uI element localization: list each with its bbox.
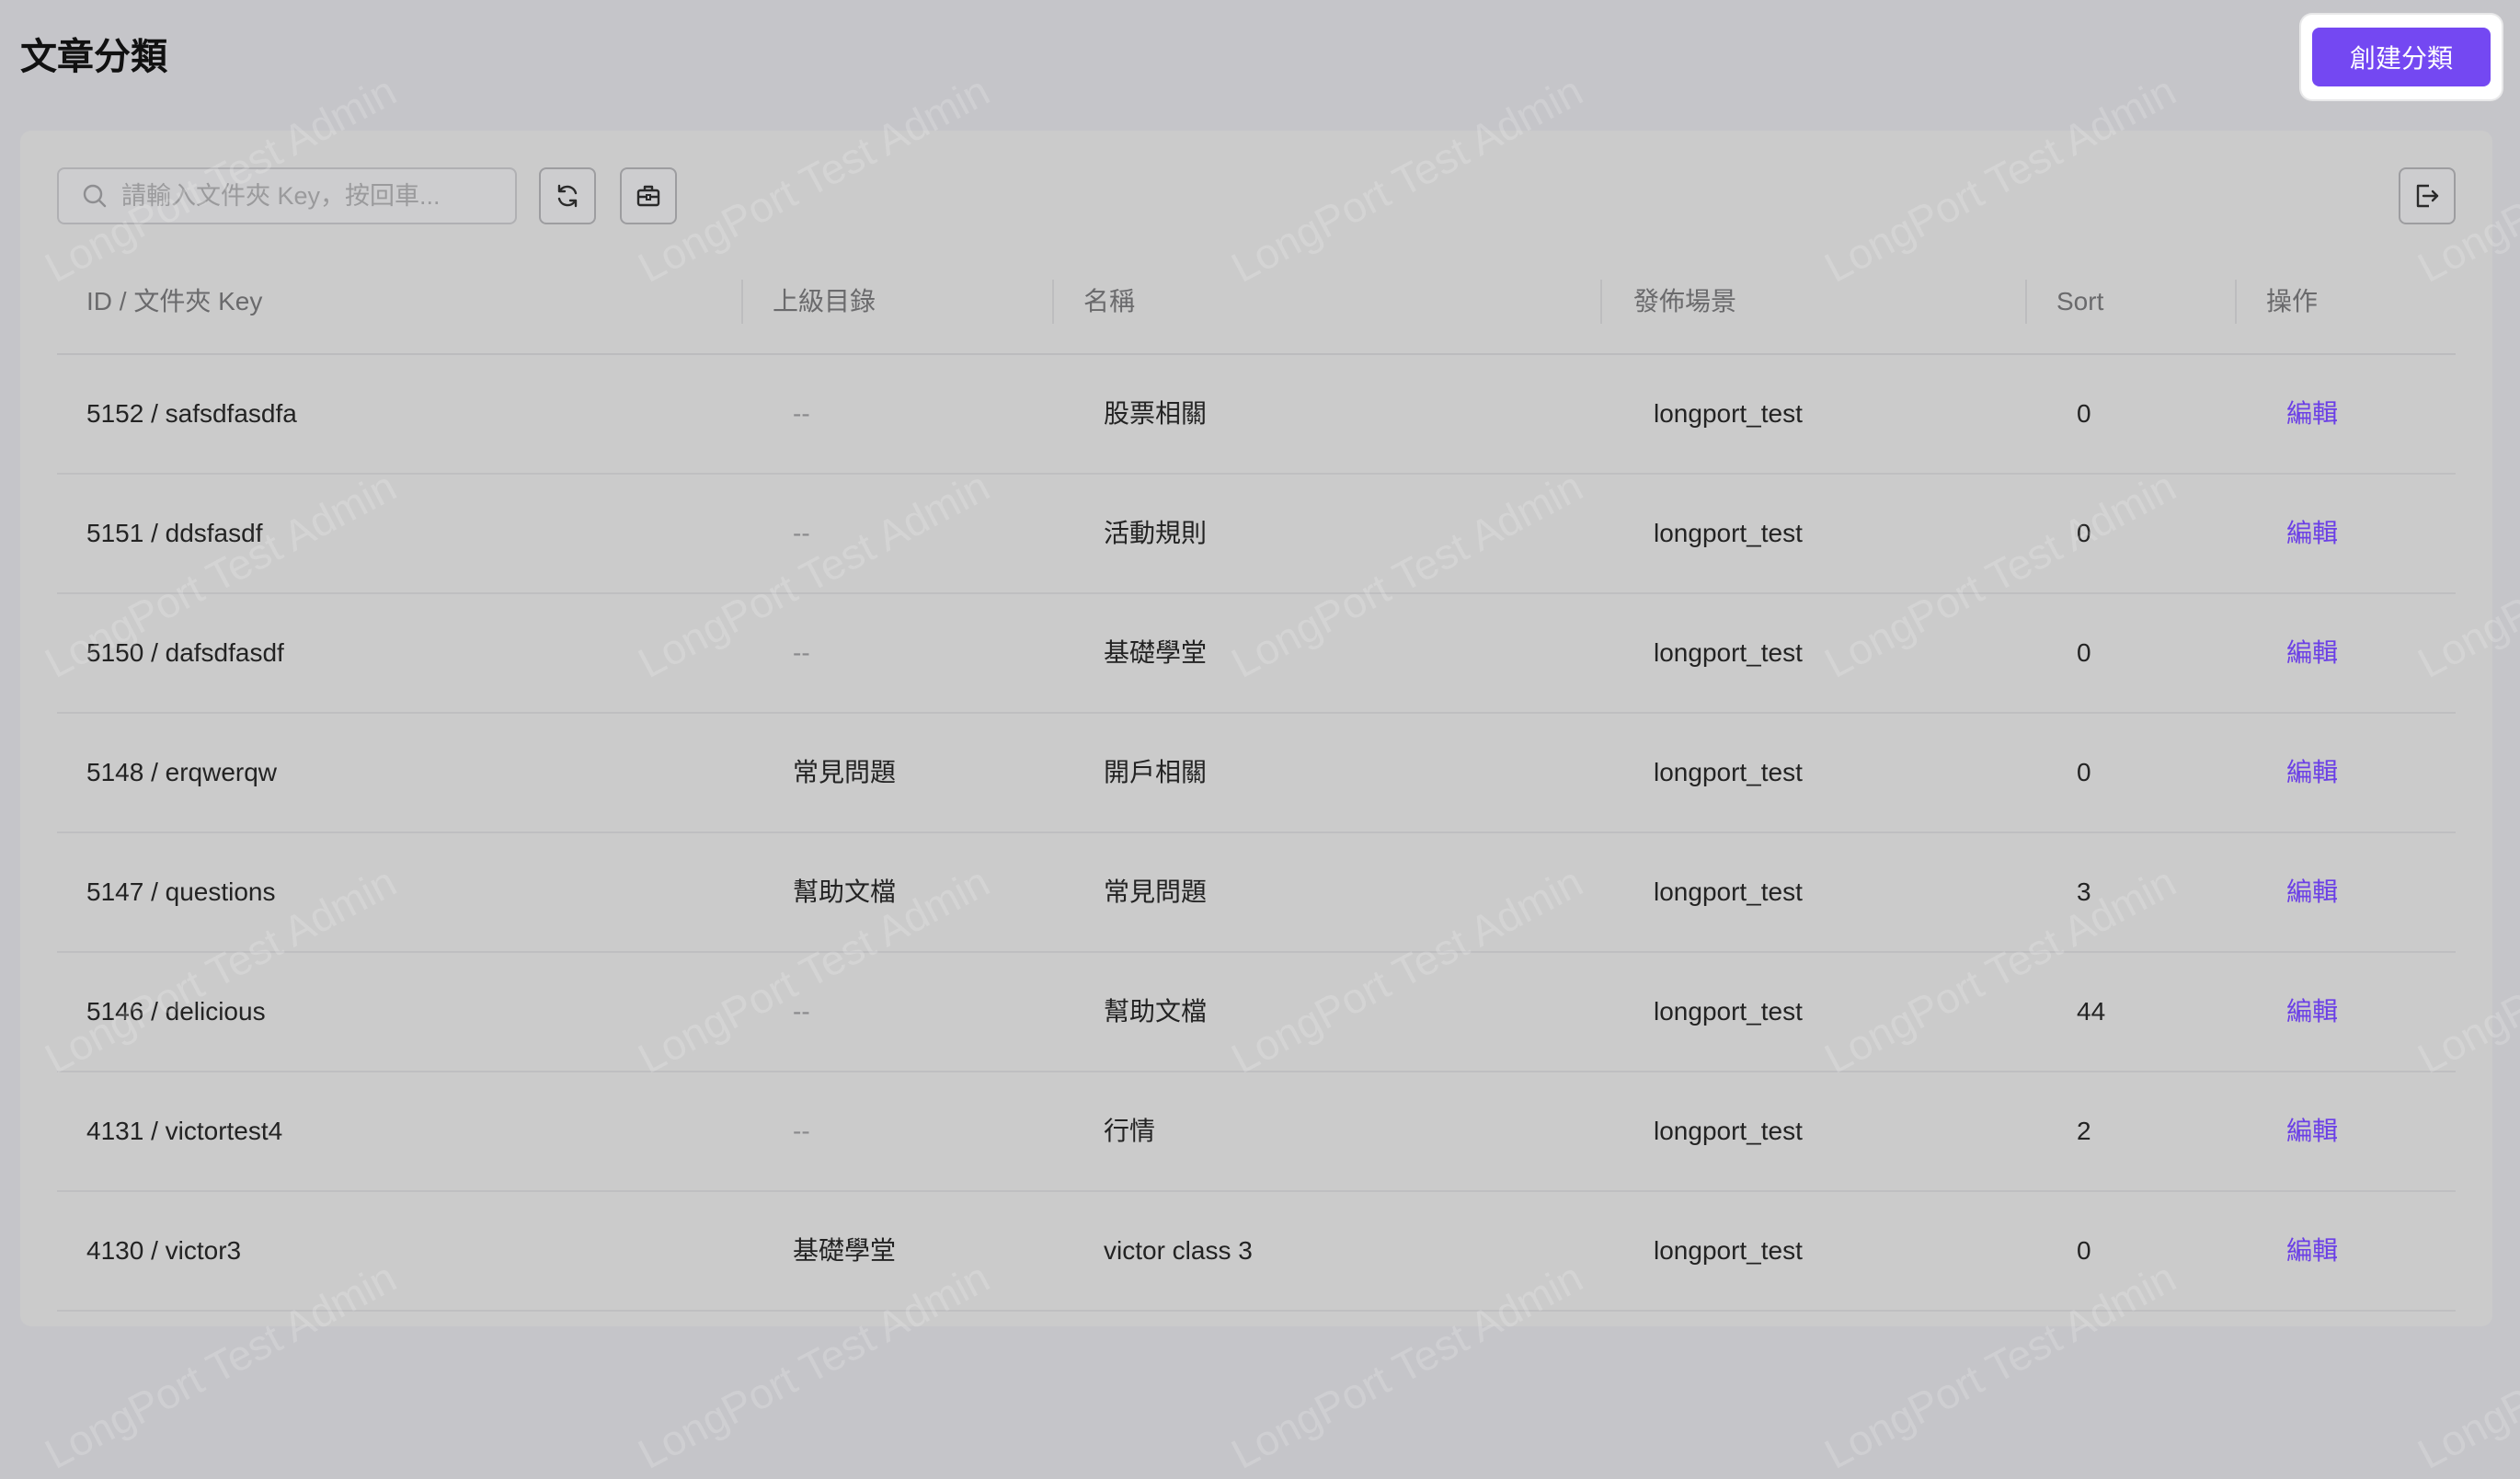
cell-parent: -- [793, 997, 810, 1026]
cell-name: 活動規則 [1104, 519, 1208, 547]
cell-sort: 0 [2077, 519, 2091, 547]
refresh-icon [557, 184, 578, 208]
table-row: 5147 / questions 幫助文檔 常見問題 longport_test… [57, 833, 2456, 953]
page-title: 文章分類 [20, 37, 167, 77]
cell-scene: longport_test [1654, 638, 1803, 667]
cell-id-key: 5151 / ddsfasdf [86, 519, 263, 547]
table-row: 5150 / dafsdfasdf -- 基礎學堂 longport_test … [57, 594, 2456, 714]
toolbar [57, 167, 2456, 226]
cell-name: 開戶相關 [1104, 758, 1208, 786]
cell-name: 基礎學堂 [1104, 638, 1208, 667]
edit-link[interactable]: 編輯 [2286, 833, 2338, 951]
cell-sort: 0 [2077, 638, 2091, 667]
search-input[interactable] [120, 180, 491, 212]
column-header-sort: Sort [2056, 287, 2104, 315]
table-row: 5151 / ddsfasdf -- 活動規則 longport_test 0 … [57, 475, 2456, 594]
edit-link[interactable]: 編輯 [2286, 1072, 2338, 1190]
cell-parent: -- [793, 638, 810, 667]
cell-scene: longport_test [1654, 758, 1803, 786]
cell-scene: longport_test [1654, 1117, 1803, 1145]
content-panel: ID / 文件夾 Key 上級目錄 名稱 發佈場景 Sort 操作 5152 /… [20, 131, 2492, 1326]
category-table: ID / 文件夾 Key 上級目錄 名稱 發佈場景 Sort 操作 5152 /… [57, 250, 2456, 1312]
cell-name: 行情 [1104, 1117, 1156, 1145]
refresh-button[interactable] [539, 167, 596, 224]
cell-id-key: 4130 / victor3 [86, 1236, 242, 1265]
column-divider [1600, 280, 1602, 324]
search-box[interactable] [57, 167, 517, 224]
cell-parent: 常見問題 [793, 758, 897, 786]
cell-name: 常見問題 [1104, 877, 1208, 906]
cell-id-key: 5147 / questions [86, 877, 276, 906]
table-header: ID / 文件夾 Key 上級目錄 名稱 發佈場景 Sort 操作 [57, 250, 2456, 355]
cell-scene: longport_test [1654, 877, 1803, 906]
column-header-scene: 發佈場景 [1633, 287, 1737, 315]
search-icon [83, 184, 107, 208]
cell-name: 幫助文檔 [1104, 997, 1208, 1026]
column-divider [1052, 280, 1054, 324]
table-row: 4130 / victor3 基礎學堂 victor class 3 longp… [57, 1192, 2456, 1312]
cell-sort: 0 [2077, 399, 2091, 428]
export-icon [2416, 184, 2439, 208]
cell-sort: 44 [2077, 997, 2106, 1026]
cell-parent: -- [793, 1117, 810, 1145]
toolbox-button[interactable] [620, 167, 677, 224]
cell-sort: 3 [2077, 877, 2091, 906]
table-row: 5152 / safsdfasdfa -- 股票相關 longport_test… [57, 355, 2456, 475]
cell-sort: 0 [2077, 758, 2091, 786]
create-category-button[interactable]: 創建分類 [2312, 28, 2491, 86]
table-row: 5146 / delicious -- 幫助文檔 longport_test 4… [57, 953, 2456, 1072]
column-header-parent: 上級目錄 [773, 287, 876, 315]
toolbox-icon [636, 185, 660, 207]
cell-parent: -- [793, 399, 810, 428]
table-row: 5148 / erqwerqw 常見問題 開戶相關 longport_test … [57, 714, 2456, 833]
cell-parent: 幫助文檔 [793, 877, 897, 906]
export-button[interactable] [2399, 167, 2456, 224]
cell-scene: longport_test [1654, 519, 1803, 547]
edit-link[interactable]: 編輯 [2286, 1192, 2338, 1310]
column-divider [2025, 280, 2027, 324]
edit-link[interactable]: 編輯 [2286, 714, 2338, 831]
cell-parent: -- [793, 519, 810, 547]
table-row: 4131 / victortest4 -- 行情 longport_test 2… [57, 1072, 2456, 1192]
column-header-id-key: ID / 文件夾 Key [86, 287, 263, 315]
cell-parent: 基礎學堂 [793, 1236, 897, 1265]
cell-id-key: 5152 / safsdfasdfa [86, 399, 297, 428]
column-header-actions: 操作 [2266, 287, 2319, 315]
cell-sort: 0 [2077, 1236, 2091, 1265]
cell-id-key: 5150 / dafsdfasdf [86, 638, 284, 667]
edit-link[interactable]: 編輯 [2286, 475, 2338, 592]
cell-scene: longport_test [1654, 1236, 1803, 1265]
cell-id-key: 4131 / victortest4 [86, 1117, 283, 1145]
cell-name: victor class 3 [1104, 1236, 1253, 1265]
cell-name: 股票相關 [1104, 399, 1208, 428]
edit-link[interactable]: 編輯 [2286, 594, 2338, 712]
edit-link[interactable]: 編輯 [2286, 355, 2338, 473]
edit-link[interactable]: 編輯 [2286, 953, 2338, 1071]
create-button-highlight: 創建分類 [2301, 15, 2502, 99]
cell-scene: longport_test [1654, 997, 1803, 1026]
column-header-name: 名稱 [1083, 287, 1136, 315]
column-divider [741, 280, 743, 324]
cell-sort: 2 [2077, 1117, 2091, 1145]
cell-id-key: 5148 / erqwerqw [86, 758, 278, 786]
cell-scene: longport_test [1654, 399, 1803, 428]
column-divider [2235, 280, 2237, 324]
cell-id-key: 5146 / delicious [86, 997, 266, 1026]
